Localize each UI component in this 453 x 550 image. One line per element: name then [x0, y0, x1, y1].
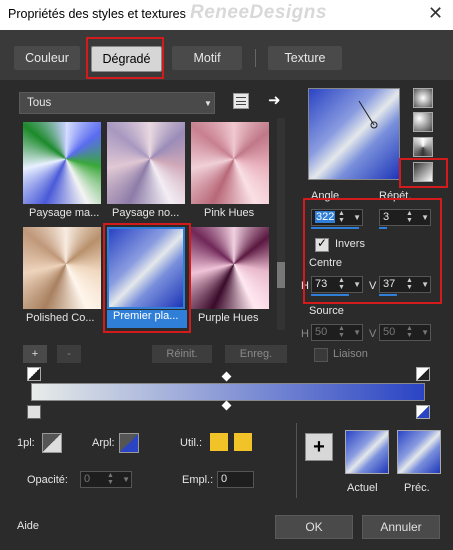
stop-marker-icon[interactable] [27, 367, 41, 381]
previous-label: Préc. [404, 482, 430, 494]
tab-couleur[interactable]: Couleur [14, 46, 80, 70]
gradient-thumb[interactable] [107, 122, 185, 204]
style-linear-icon[interactable] [413, 88, 433, 108]
watermark-logo: ReneeDesigns [190, 2, 327, 23]
highlight-box [303, 198, 442, 304]
tab-texture[interactable]: Texture [268, 46, 342, 70]
gradient-caption: Paysage ma... [29, 207, 100, 219]
current-gradient-swatch[interactable] [345, 430, 389, 474]
help-link[interactable]: Aide [17, 520, 39, 532]
style-rectangular-icon[interactable] [413, 112, 433, 132]
gradient-caption: Purple Hues [198, 312, 259, 324]
source-v-input[interactable]: 50 ▲ ▼ ▼ [379, 324, 431, 341]
title-bar: Propriétés des styles et textures ReneeD… [0, 0, 453, 30]
ok-button[interactable]: OK [275, 515, 353, 539]
bg-label: Arpl: [92, 437, 115, 449]
opacity-input[interactable]: 0 ▲ ▼ ▼ [80, 471, 132, 488]
scrollbar-track[interactable] [277, 118, 285, 330]
gradient-bar[interactable] [31, 383, 425, 401]
library-menu-icon[interactable] [233, 93, 249, 109]
position-label: Empl.: [182, 474, 214, 486]
previous-gradient-swatch[interactable] [397, 430, 441, 474]
gradient-thumb[interactable] [23, 227, 101, 309]
gradient-thumb[interactable] [191, 122, 269, 204]
reset-button[interactable]: Réinit. [152, 345, 212, 363]
gradient-preview[interactable] [308, 88, 400, 180]
close-icon[interactable]: ✕ [428, 3, 443, 24]
background-swatch-icon[interactable] [119, 433, 139, 453]
current-label: Actuel [347, 482, 378, 494]
highlight-box [86, 37, 164, 79]
midpoint-marker-icon[interactable] [221, 400, 232, 411]
stop-color-icon[interactable] [416, 405, 430, 419]
util-color-swatch[interactable] [234, 433, 252, 451]
gradient-caption: Polished Co... [26, 312, 95, 324]
source-h-input[interactable]: 50 ▲ ▼ ▼ [311, 324, 363, 341]
cancel-button[interactable]: Annuler [362, 515, 440, 539]
arrow-right-icon[interactable]: ➜ [268, 91, 281, 109]
position-input[interactable]: 0 [217, 471, 254, 488]
category-dropdown[interactable]: Tous ▼ [19, 92, 215, 114]
remove-stop-button[interactable]: - [57, 345, 81, 363]
highlight-box [103, 223, 191, 333]
window-title: Propriétés des styles et textures [8, 7, 186, 21]
add-stop-button[interactable]: + [23, 345, 47, 363]
util-label: Util.: [180, 437, 202, 449]
gradient-caption: Pink Hues [204, 207, 255, 219]
chevron-down-icon: ▼ [204, 99, 212, 108]
divider [296, 423, 297, 498]
midpoint-marker-icon[interactable] [221, 371, 232, 382]
add-to-library-button[interactable]: + [305, 433, 333, 461]
category-value: Tous [27, 97, 52, 109]
gradient-thumb[interactable] [23, 122, 101, 204]
tab-divider [255, 49, 256, 67]
source-label: Source [309, 305, 344, 317]
opacity-label: Opacité: [27, 474, 68, 486]
highlight-box [399, 158, 448, 188]
link-checkbox[interactable] [314, 348, 328, 362]
scrollbar-thumb[interactable] [277, 262, 285, 288]
foreground-swatch-icon[interactable] [42, 433, 62, 453]
util-color-swatch[interactable] [210, 433, 228, 451]
fg-label: 1pl: [17, 437, 35, 449]
gradient-thumb[interactable] [191, 227, 269, 309]
link-label: Liaison [333, 348, 368, 360]
source-v-label: V [369, 328, 377, 340]
save-button[interactable]: Enreg. [225, 345, 287, 363]
source-h-label: H [301, 328, 309, 340]
tab-motif[interactable]: Motif [172, 46, 242, 70]
style-sunburst-icon[interactable] [413, 137, 433, 157]
angle-handle-icon [358, 100, 378, 129]
stop-color-icon[interactable] [27, 405, 41, 419]
stop-marker-icon[interactable] [416, 367, 430, 381]
